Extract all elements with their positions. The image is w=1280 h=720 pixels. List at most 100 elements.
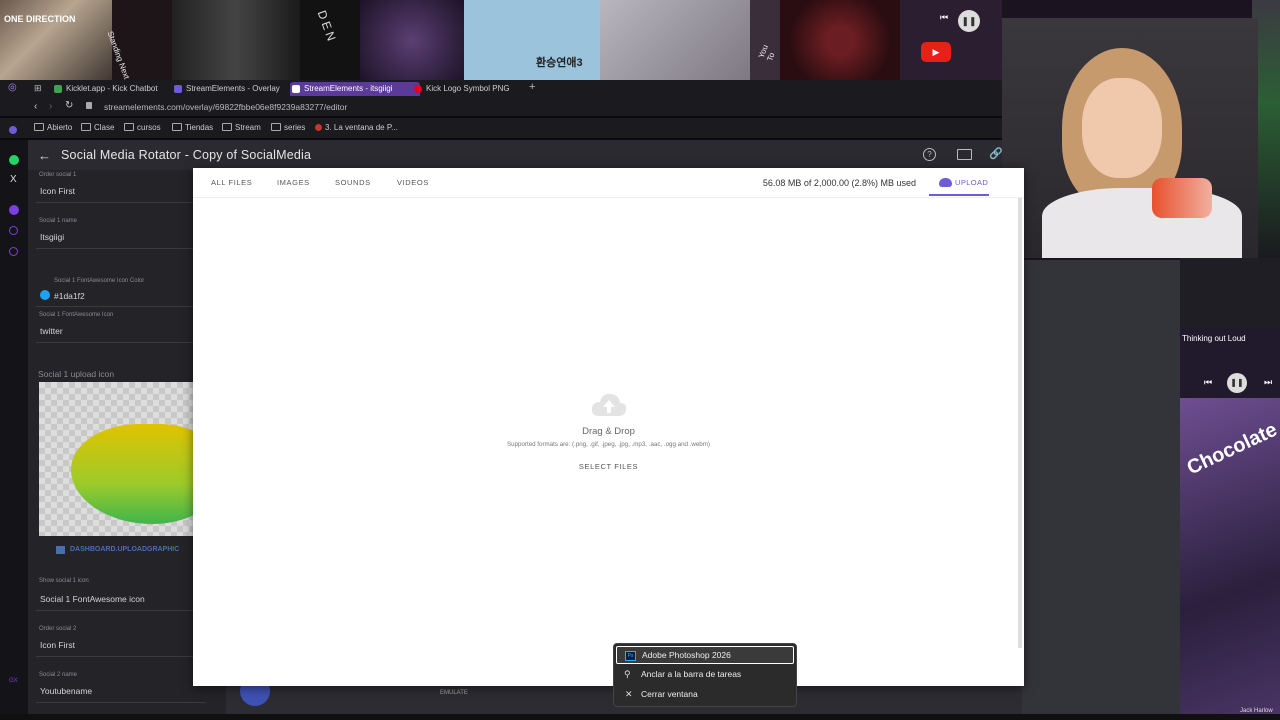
bookmark-cursos[interactable]: cursos — [124, 123, 161, 132]
back-arrow-icon[interactable]: ← — [38, 148, 51, 163]
bookmark-clase[interactable]: Clase — [81, 123, 114, 132]
reload-icon[interactable]: ↻ — [65, 100, 73, 111]
streamelements-icon[interactable] — [9, 126, 17, 134]
tab-kick-logo[interactable]: Kick Logo Symbol PNG — [412, 82, 538, 96]
whatsapp-icon[interactable] — [9, 155, 19, 165]
tab-favicon — [414, 85, 422, 93]
tab-list-icon[interactable]: ⊞ — [34, 83, 42, 94]
link-icon[interactable]: 🔗 — [989, 147, 1003, 160]
media-library-modal: ALL FILES IMAGES SOUNDS VIDEOS 56.08 MB … — [193, 168, 1024, 686]
collage-text: ONE DIRECTION — [4, 14, 76, 24]
folder-icon — [34, 123, 44, 131]
tab-streamelements-itsgiigi[interactable]: StreamElements - itsgiigi — [290, 82, 420, 96]
webcam-feed — [1002, 18, 1258, 258]
upload-graphic-link[interactable]: DASHBOARD.UPLOADGRAPHIC — [70, 546, 179, 553]
upload-icon-preview[interactable] — [39, 382, 209, 536]
history-icon[interactable] — [9, 226, 18, 235]
preview-icon[interactable] — [957, 149, 972, 160]
order-social-1-select[interactable]: Icon First — [40, 186, 75, 196]
pin-icon: ⚲ — [624, 669, 631, 679]
tab-sounds[interactable]: SOUNDS — [335, 178, 371, 187]
background-window — [1022, 260, 1182, 720]
editor-title: Social Media Rotator - Copy of SocialMed… — [61, 148, 312, 162]
folder-icon — [124, 123, 134, 131]
pause-icon: ❚❚ — [1227, 373, 1247, 393]
prev-track-icon: ⏮ — [1204, 377, 1213, 387]
new-tab-button[interactable]: + — [529, 81, 535, 93]
photoshop-icon: Ps — [625, 651, 636, 661]
show-social-1-icon-select[interactable]: Social 1 FontAwesome icon — [40, 594, 145, 604]
field-label: Order social 1 — [39, 172, 77, 178]
menu-item-label: Anclar a la barra de tareas — [641, 669, 742, 679]
bookmark-favicon — [315, 124, 322, 131]
field-label: Social 1 FontAwesome Icon Color — [54, 278, 145, 284]
field-label: Social 1 name — [39, 218, 78, 224]
color-swatch[interactable] — [40, 290, 50, 300]
field-underline — [36, 248, 206, 249]
forward-icon[interactable]: › — [49, 101, 52, 112]
menu-item-label: Adobe Photoshop 2026 — [642, 650, 731, 660]
tab-favicon — [174, 85, 182, 93]
lock-icon — [86, 102, 92, 109]
order-social-2-select[interactable]: Icon First — [40, 640, 75, 650]
menu-item-pin-taskbar[interactable]: ⚲ Anclar a la barra de tareas — [616, 666, 792, 682]
fontawesome-icon-input[interactable]: twitter — [40, 326, 63, 336]
bookmark-stream[interactable]: Stream — [222, 123, 261, 132]
scrollbar[interactable] — [1018, 198, 1022, 648]
url-field[interactable]: streamelements.com/overlay/69822fbbe06e8… — [104, 102, 347, 112]
collage-text: DEN — [314, 8, 340, 46]
bookmark-label: 3. La ventana de P... — [325, 123, 398, 132]
browser-sidebar: X GX — [0, 126, 28, 720]
address-bar: ‹ › ↻ streamelements.com/overlay/69822fb… — [0, 98, 1002, 116]
bookmark-tiendas[interactable]: Tiendas — [172, 123, 213, 132]
bookmark-ventana[interactable]: 3. La ventana de P... — [315, 123, 398, 132]
back-icon[interactable]: ‹ — [34, 101, 37, 112]
bookmark-abierto[interactable]: Abierto — [34, 123, 72, 132]
tab-favicon — [54, 85, 62, 93]
bookmark-series[interactable]: series — [271, 123, 305, 132]
next-track-icon: ⏭ — [1264, 377, 1273, 387]
tab-streamelements-overlay[interactable]: StreamElements - Overlay — [172, 82, 298, 96]
tab-images[interactable]: IMAGES — [277, 178, 310, 187]
drop-zone[interactable]: Drag & Drop Supported formats are: (.png… — [193, 390, 1024, 471]
close-icon: ✕ — [625, 689, 633, 699]
collage-tile: ⏮ ❚❚ ▶ — [900, 0, 1002, 82]
tab-all-files[interactable]: ALL FILES — [211, 178, 252, 187]
tab-label: Kick Logo Symbol PNG — [426, 84, 510, 93]
social-2-name-input[interactable]: Youtubename — [40, 686, 92, 696]
bookmark-label: Abierto — [47, 123, 73, 132]
field-label: Order social 2 — [39, 626, 77, 632]
collage-text: You To — [756, 43, 777, 63]
modal-divider — [193, 197, 1024, 198]
select-files-button[interactable]: SELECT FILES — [193, 462, 1024, 471]
extension-icon[interactable]: GX — [9, 678, 18, 684]
folder-icon — [222, 123, 232, 131]
help-icon[interactable]: ? — [923, 148, 936, 161]
social-1-name-input[interactable]: Itsgiigi — [40, 232, 64, 242]
collage-tile: You To — [750, 0, 780, 82]
emulate-button[interactable]: EMULATE — [440, 690, 468, 696]
tab-label: Kicklet.app - Kick Chatbot — [66, 84, 158, 93]
icon-color-input[interactable]: #1da1f2 — [54, 291, 85, 301]
folder-icon — [81, 123, 91, 131]
tab-upload[interactable]: UPLOAD — [929, 174, 989, 196]
tab-videos[interactable]: VIDEOS — [397, 178, 429, 187]
tab-kicklet[interactable]: Kicklet.app - Kick Chatbot — [52, 82, 178, 96]
menu-item-photoshop[interactable]: Ps Adobe Photoshop 2026 — [616, 646, 794, 664]
field-underline — [36, 656, 206, 657]
background-collage: ONE DIRECTION Standing Next to You DEN 환… — [0, 0, 1002, 82]
field-label: Show social 1 icon — [39, 578, 89, 584]
settings-icon[interactable] — [9, 247, 18, 256]
collage-tile — [780, 0, 900, 82]
field-underline — [36, 202, 206, 203]
upload-tab-label: UPLOAD — [955, 178, 989, 187]
collage-tile: 환승연애3 — [464, 0, 600, 82]
messenger-icon[interactable] — [9, 205, 19, 215]
x-icon[interactable]: X — [10, 174, 17, 185]
folder-icon — [271, 123, 281, 131]
bookmark-label: cursos — [137, 123, 161, 132]
tab-label: StreamElements - itsgiigi — [304, 84, 393, 93]
menu-item-close-window[interactable]: ✕ Cerrar ventana — [616, 686, 792, 702]
album-art — [1180, 258, 1280, 328]
twitter-bird-icon — [71, 424, 209, 524]
